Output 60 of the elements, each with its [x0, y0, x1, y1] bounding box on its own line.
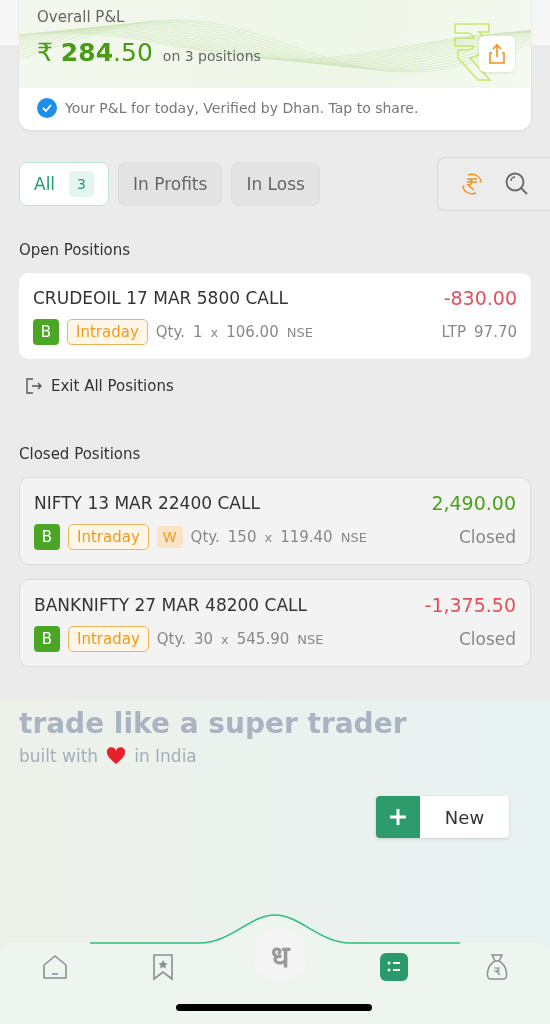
ltp-value: 97.70: [474, 323, 517, 341]
buy-tag: B: [33, 319, 59, 345]
bookmark-star-icon: [150, 952, 176, 982]
built-with-text: built with: [19, 746, 99, 766]
position-status: Closed: [458, 629, 516, 649]
in-india-text: in India: [134, 746, 197, 766]
position-pnl: -830.00: [443, 287, 517, 309]
plus-icon: [388, 807, 408, 827]
ltp-label: LTP: [441, 323, 467, 341]
product-tag: Intraday: [68, 626, 149, 652]
qty-label: Qty.: [190, 528, 220, 546]
position-symbol: CRUDEOIL 17 MAR 5800 CALL: [33, 288, 289, 308]
times-sign: x: [221, 631, 229, 647]
exit-icon: [25, 377, 43, 395]
times-sign: x: [264, 529, 273, 545]
qty-value: 30: [193, 630, 214, 648]
weekly-tag: W: [156, 526, 183, 548]
filter-tab[interactable]: In Profits: [118, 162, 223, 206]
share-button[interactable]: [479, 36, 515, 72]
buy-tag: B: [34, 626, 60, 652]
buy-tag: B: [34, 524, 60, 550]
position-card[interactable]: NIFTY 13 MAR 22400 CALL 2,490.00 B Intraday W Qty. 150 x 119.40 NSE Closed: [19, 477, 531, 565]
avg-price: 545.90: [236, 630, 290, 648]
avg-price: 119.40: [280, 528, 333, 546]
position-pnl: 2,490.00: [431, 492, 516, 514]
times-sign: x: [210, 324, 219, 340]
positions-note: on 3 positions: [162, 48, 261, 64]
avg-price: 106.00: [226, 323, 279, 341]
home-icon: [40, 952, 70, 982]
qty-label: Qty.: [156, 630, 186, 648]
position-card[interactable]: BANKNIFTY 27 MAR 48200 CALL -1,375.50 B Intraday Qty. 30 x 545.90 NSE Closed: [19, 579, 531, 667]
money-bag-icon: [484, 952, 510, 982]
position-symbol: BANKNIFTY 27 MAR 48200 CALL: [34, 595, 308, 615]
section-title: Closed Positions: [19, 445, 142, 463]
exit-all-link[interactable]: Exit All Positions: [25, 377, 174, 395]
verified-check-icon: [37, 98, 57, 118]
heart-icon: [106, 747, 127, 765]
filter-tab[interactable]: In Loss: [231, 162, 320, 206]
qty-value: 1: [192, 323, 203, 341]
product-tag: Intraday: [67, 319, 148, 345]
exchange-label: NSE: [340, 529, 367, 545]
position-symbol: NIFTY 13 MAR 22400 CALL: [34, 493, 261, 513]
position-card[interactable]: CRUDEOIL 17 MAR 5800 CALL -830.00 B Intraday Qty. 1 x 106.00 NSE LTP 97.70: [19, 273, 531, 359]
exchange-label: NSE: [297, 631, 324, 647]
position-pnl: -1,375.50: [424, 594, 516, 616]
new-order-button[interactable]: New: [376, 796, 509, 838]
qty-value: 150: [227, 528, 257, 546]
search-button[interactable]: [504, 171, 530, 197]
section-title: Open Positions: [19, 241, 132, 259]
pnl-title: Overall P&L: [37, 8, 126, 26]
tagline: trade like a super trader: [19, 707, 408, 740]
pnl-card[interactable]: Overall P&L ₹ 284.50 on 3 positions Your P&L for today, Verified by Dhan. Tap to share.: [19, 0, 531, 130]
share-icon: [487, 43, 507, 65]
product-tag: Intraday: [68, 524, 149, 550]
exchange-label: NSE: [286, 324, 313, 340]
qty-label: Qty.: [155, 323, 185, 341]
pnl-amount: ₹ 284.50: [37, 38, 153, 67]
verified-note: Your P&L for today, Verified by Dhan. Tap to share.: [65, 100, 419, 116]
position-status: Closed: [458, 527, 516, 547]
nav-tab[interactable]: [380, 953, 408, 981]
